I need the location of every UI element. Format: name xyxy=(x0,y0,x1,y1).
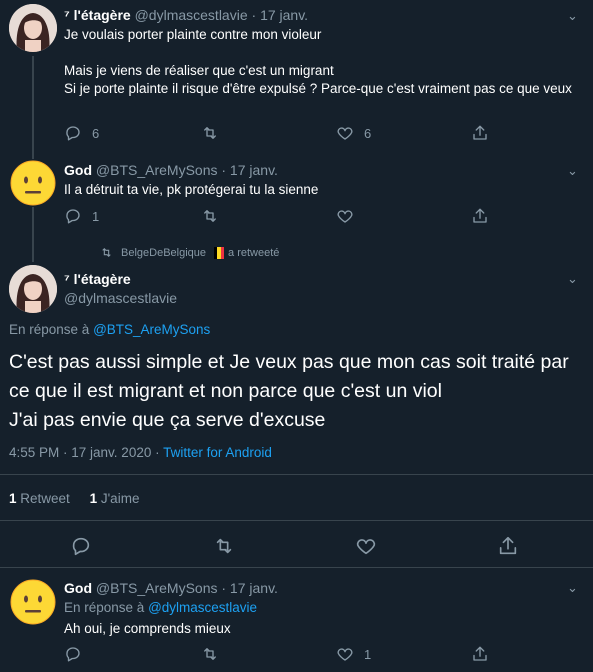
reply-button[interactable]: 6 xyxy=(64,124,99,142)
reply-context: En réponse à @BTS_AreMySons xyxy=(9,322,210,337)
heart-icon xyxy=(337,648,353,661)
tweet-header: God @BTS_AreMySons · 17 janv. xyxy=(64,580,278,596)
reply-button[interactable] xyxy=(64,645,82,663)
retweet-notice: BelgeDeBelgique a retweeté xyxy=(100,246,279,259)
avatar[interactable] xyxy=(9,159,57,207)
timestamp[interactable]: · 17 janv. xyxy=(221,162,278,178)
heart-icon xyxy=(337,127,353,140)
retweet-button[interactable] xyxy=(201,207,219,225)
avatar[interactable] xyxy=(9,4,57,52)
tweet-actions: 6 6 xyxy=(64,124,504,144)
reply-context: En réponse à @dylmascestlavie xyxy=(64,600,257,615)
like-count: 1 xyxy=(364,646,372,662)
chevron-down-icon[interactable]: ⌄ xyxy=(567,271,578,287)
timestamp[interactable]: · 17 janv. xyxy=(252,7,309,23)
share-icon xyxy=(473,646,487,661)
divider xyxy=(0,567,593,568)
retweet-suffix: a retweeté xyxy=(228,246,280,259)
share-button[interactable] xyxy=(471,645,489,663)
reply-icon xyxy=(66,209,80,224)
main-tweet-actions xyxy=(0,534,593,558)
tweet-text: Je voulais porter plainte contre mon vio… xyxy=(64,27,572,96)
retweet-button[interactable] xyxy=(201,124,219,142)
tweet-actions: 1 xyxy=(64,207,504,227)
divider xyxy=(0,474,593,475)
display-name[interactable]: God xyxy=(64,162,92,178)
retweet-count: 1 xyxy=(9,491,17,506)
engagement-stats: 1 Retweet 1 J'aime xyxy=(9,491,139,506)
retweet-button[interactable] xyxy=(201,645,219,663)
avatar[interactable] xyxy=(9,265,57,313)
reply-icon xyxy=(66,647,80,662)
tweet-text: Ah oui, je comprends mieux xyxy=(64,621,231,636)
reply-prefix: En réponse à xyxy=(9,322,94,337)
profile-photo xyxy=(9,4,57,52)
reply-to-link[interactable]: @BTS_AreMySons xyxy=(93,322,210,337)
retweet-icon xyxy=(204,210,216,222)
reply-icon xyxy=(66,126,80,141)
neutral-face-emoji-icon xyxy=(10,579,56,625)
like-count: 1 xyxy=(89,491,98,506)
like-count: 6 xyxy=(364,125,372,141)
source-link[interactable]: Twitter for Android xyxy=(163,445,272,460)
like-button[interactable]: 1 xyxy=(336,645,371,663)
neutral-face-emoji-icon xyxy=(10,160,56,206)
share-icon xyxy=(473,208,487,223)
likes-stat[interactable]: 1 J'aime xyxy=(90,491,140,506)
handle[interactable]: @BTS_AreMySons xyxy=(96,162,218,178)
chevron-down-icon[interactable]: ⌄ xyxy=(567,163,578,179)
share-icon[interactable] xyxy=(497,535,519,557)
like-button[interactable] xyxy=(336,207,354,225)
avatar[interactable] xyxy=(9,578,57,626)
tweet-text: Il a détruit ta vie, pk protégerai tu la… xyxy=(64,182,319,197)
share-icon xyxy=(473,125,487,140)
reply-button[interactable]: 1 xyxy=(64,207,99,225)
retweet-icon xyxy=(204,127,216,139)
share-button[interactable] xyxy=(471,207,489,225)
timestamp[interactable]: · 17 janv. xyxy=(221,580,278,596)
heart-icon xyxy=(337,210,353,223)
handle[interactable]: @dylmascestlavie xyxy=(64,290,177,306)
reply-count: 6 xyxy=(92,125,100,141)
full-timestamp[interactable]: 4:55 PM · 17 janv. 2020 · xyxy=(9,445,163,460)
reply-prefix: En réponse à xyxy=(64,600,149,615)
main-tweet-text: C'est pas aussi simple et Je veux pas qu… xyxy=(9,351,569,431)
profile-photo xyxy=(9,265,57,313)
chevron-down-icon[interactable]: ⌄ xyxy=(567,8,578,24)
tweet-meta: 4:55 PM · 17 janv. 2020 · Twitter for An… xyxy=(9,445,272,460)
tweet-header: God @BTS_AreMySons · 17 janv. xyxy=(64,162,278,178)
main-tweet-name: ⁷ l'étagère xyxy=(64,271,131,287)
belgium-flag-icon xyxy=(214,246,224,259)
reply-to-link[interactable]: @dylmascestlavie xyxy=(148,600,257,615)
heart-icon[interactable] xyxy=(355,535,377,557)
chevron-down-icon[interactable]: ⌄ xyxy=(567,580,578,596)
retweet-icon[interactable] xyxy=(213,535,235,557)
tweet-header: ⁷ l'étagère @dylmascestlavie · 17 janv. xyxy=(64,7,308,23)
handle[interactable]: @BTS_AreMySons xyxy=(96,580,218,596)
reply-count: 1 xyxy=(92,208,100,224)
retweet-label: Retweet xyxy=(20,491,70,506)
tweet-actions: 1 xyxy=(64,645,504,665)
retweet-icon xyxy=(204,648,216,660)
retweeter-name[interactable]: BelgeDeBelgique xyxy=(121,247,206,259)
divider xyxy=(0,520,593,521)
share-button[interactable] xyxy=(471,124,489,142)
display-name[interactable]: ⁷ l'étagère xyxy=(64,271,131,287)
handle[interactable]: @dylmascestlavie xyxy=(135,7,248,23)
reply-icon[interactable] xyxy=(70,535,92,557)
display-name[interactable]: God xyxy=(64,580,92,596)
display-name[interactable]: ⁷ l'étagère xyxy=(64,7,131,23)
like-label: J'aime xyxy=(100,491,140,506)
like-button[interactable]: 6 xyxy=(336,124,371,142)
retweet-icon xyxy=(102,247,111,258)
retweets-stat[interactable]: 1 Retweet xyxy=(9,491,70,506)
